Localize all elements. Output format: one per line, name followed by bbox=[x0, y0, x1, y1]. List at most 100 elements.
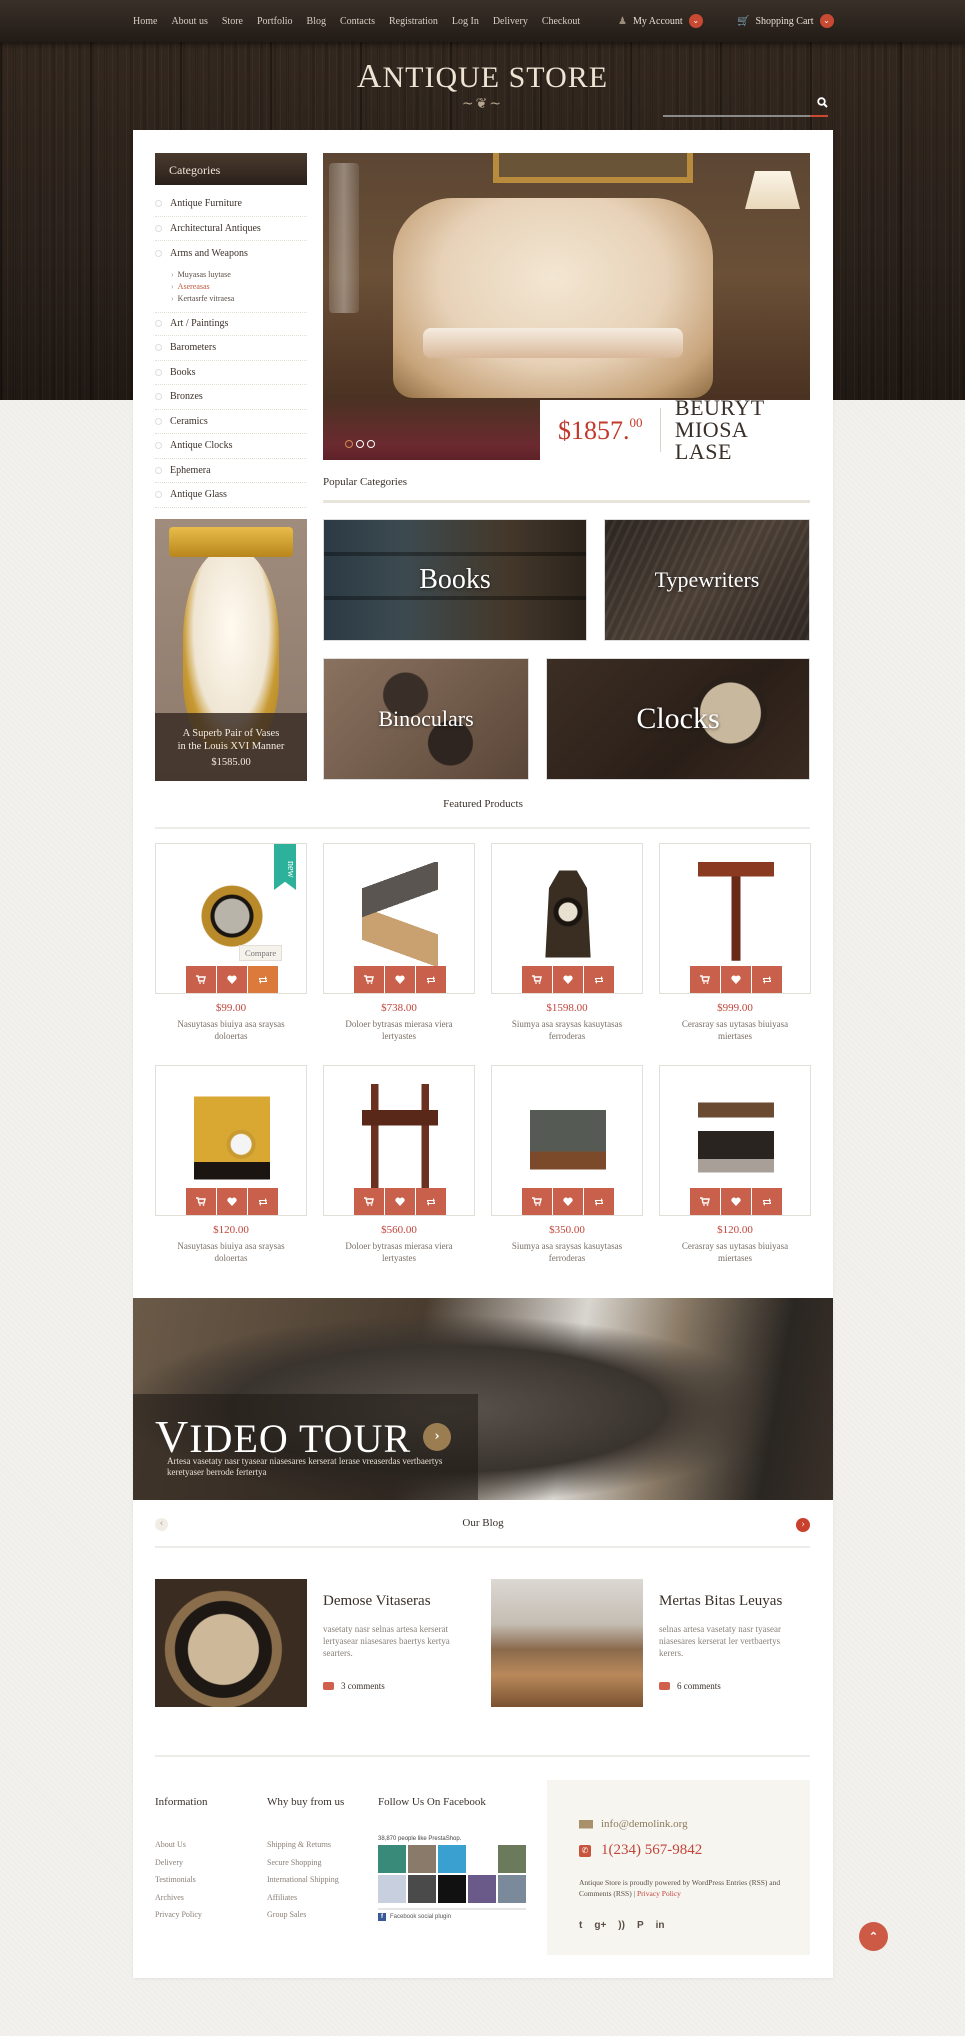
product-name[interactable]: Nasuytasas biuiya asa sraysas doloertas bbox=[155, 1240, 307, 1264]
product-image-box[interactable] bbox=[323, 843, 475, 994]
product-image-box[interactable] bbox=[323, 1065, 475, 1216]
facebook-fan-avatar[interactable] bbox=[408, 1875, 436, 1903]
add-to-wishlist-button[interactable] bbox=[385, 1188, 415, 1215]
blog-post-image[interactable] bbox=[155, 1579, 307, 1707]
add-to-cart-button[interactable] bbox=[186, 966, 216, 993]
pinterest-icon[interactable]: P bbox=[637, 1920, 644, 1931]
compare-button[interactable] bbox=[248, 1188, 278, 1215]
product-image-box[interactable]: new Compare bbox=[155, 843, 307, 994]
product-image-gilt-clock[interactable] bbox=[194, 1084, 270, 1188]
slider-dot[interactable] bbox=[356, 440, 364, 448]
product-name[interactable]: Cerasray sas uytasas biuiyasa miertases bbox=[659, 1240, 811, 1264]
compare-button[interactable] bbox=[584, 1188, 614, 1215]
add-to-cart-button[interactable] bbox=[690, 1188, 720, 1215]
linkedin-icon[interactable]: in bbox=[656, 1920, 665, 1931]
product-name[interactable]: Nasuytasas biuiya asa sraysas doloertas bbox=[155, 1018, 307, 1042]
search-icon[interactable] bbox=[817, 97, 828, 111]
compare-button[interactable] bbox=[584, 966, 614, 993]
product-image-box[interactable] bbox=[659, 843, 811, 994]
slider-dot[interactable] bbox=[345, 440, 353, 448]
product-name[interactable]: Siumya asa sraysas kasuytasas ferroderas bbox=[491, 1018, 643, 1042]
category-item[interactable]: Antique Clocks bbox=[155, 434, 307, 459]
product-image-box[interactable] bbox=[491, 843, 643, 994]
category-tile-typewriters[interactable]: Typewriters bbox=[604, 519, 810, 641]
category-item[interactable]: Arms and Weapons bbox=[155, 241, 307, 266]
compare-button[interactable] bbox=[416, 966, 446, 993]
add-to-wishlist-button[interactable] bbox=[217, 1188, 247, 1215]
product-name[interactable]: Cerasray sas uytasas biuiyasa miertases bbox=[659, 1018, 811, 1042]
add-to-cart-button[interactable] bbox=[354, 1188, 384, 1215]
video-tour-banner[interactable]: VIDEO TOUR › Artesa vasetaty nasr tyasea… bbox=[133, 1298, 833, 1500]
nav-blog[interactable]: Blog bbox=[307, 16, 326, 27]
add-to-wishlist-button[interactable] bbox=[721, 1188, 751, 1215]
blog-next-button[interactable]: › bbox=[796, 1518, 810, 1532]
product-image-revolver[interactable] bbox=[362, 862, 438, 966]
category-item[interactable]: Barometers bbox=[155, 336, 307, 361]
search-input[interactable] bbox=[663, 97, 828, 117]
facebook-fan-avatar[interactable] bbox=[378, 1845, 406, 1873]
product-image-mantel-clock[interactable] bbox=[545, 862, 591, 961]
site-logo[interactable]: ANTIQUE STORE bbox=[0, 58, 965, 96]
compare-button[interactable] bbox=[248, 966, 278, 993]
facebook-fan-avatar[interactable] bbox=[438, 1845, 466, 1873]
product-image-box[interactable] bbox=[659, 1065, 811, 1216]
my-account-menu[interactable]: ♟ My Account ⌄ bbox=[618, 0, 703, 42]
privacy-policy-link[interactable]: Privacy Policy bbox=[637, 1889, 681, 1898]
footer-link[interactable]: Shipping & Returns bbox=[267, 1836, 344, 1854]
facebook-fan-avatar[interactable] bbox=[408, 1845, 436, 1873]
nav-contacts[interactable]: Contacts bbox=[340, 16, 375, 27]
product-name[interactable]: Doloer bytrasas mierasa viera lertyastes bbox=[323, 1240, 475, 1264]
product-name[interactable]: Siumya asa sraysas kasuytasas ferroderas bbox=[491, 1240, 643, 1264]
add-to-wishlist-button[interactable] bbox=[217, 966, 247, 993]
slider-dot[interactable] bbox=[367, 440, 375, 448]
facebook-fan-avatar[interactable] bbox=[468, 1875, 496, 1903]
category-item[interactable]: Antique Glass bbox=[155, 483, 307, 508]
facebook-fan-avatar[interactable] bbox=[498, 1875, 526, 1903]
compare-button[interactable] bbox=[752, 1188, 782, 1215]
blog-post-comments[interactable]: 3 comments bbox=[323, 1681, 385, 1691]
play-button[interactable]: › bbox=[423, 1423, 451, 1451]
add-to-cart-button[interactable] bbox=[522, 966, 552, 993]
add-to-wishlist-button[interactable] bbox=[553, 1188, 583, 1215]
subcategory-item[interactable]: › Kertasrfe vitraesa bbox=[171, 294, 307, 306]
product-image-box[interactable] bbox=[491, 1065, 643, 1216]
nav-checkout[interactable]: Checkout bbox=[542, 16, 580, 27]
blog-post-image[interactable] bbox=[491, 1579, 643, 1707]
subcategory-item[interactable]: › Muyasas luytase bbox=[171, 270, 307, 282]
product-image-tilt-table[interactable] bbox=[698, 862, 774, 961]
category-tile-binoculars[interactable]: Binoculars bbox=[323, 658, 529, 780]
category-tile-books[interactable]: Books bbox=[323, 519, 587, 641]
subcategory-item-active[interactable]: › Asereasas bbox=[171, 282, 307, 294]
product-image-typewriter[interactable] bbox=[530, 1084, 606, 1188]
add-to-wishlist-button[interactable] bbox=[385, 966, 415, 993]
rss-icon[interactable]: )) bbox=[618, 1920, 625, 1931]
compare-button[interactable] bbox=[752, 966, 782, 993]
chevron-down-icon[interactable]: ⌄ bbox=[819, 14, 834, 28]
back-to-top-button[interactable]: ⌃ bbox=[859, 1922, 888, 1951]
footer-link[interactable]: Group Sales bbox=[267, 1906, 344, 1924]
nav-delivery[interactable]: Delivery bbox=[493, 16, 528, 27]
category-tile-clocks[interactable]: Clocks bbox=[546, 658, 810, 780]
contact-email[interactable]: info@demolink.org bbox=[579, 1818, 688, 1830]
category-item[interactable]: Art / Paintings bbox=[155, 311, 307, 336]
facebook-fan-avatar[interactable] bbox=[378, 1875, 406, 1903]
nav-about-us[interactable]: About us bbox=[171, 16, 207, 27]
nav-log-in[interactable]: Log In bbox=[452, 16, 479, 27]
add-to-wishlist-button[interactable] bbox=[721, 966, 751, 993]
category-item[interactable]: Ephemera bbox=[155, 459, 307, 483]
add-to-cart-button[interactable] bbox=[186, 1188, 216, 1215]
add-to-wishlist-button[interactable] bbox=[553, 966, 583, 993]
product-image-table[interactable] bbox=[362, 1084, 438, 1188]
product-image-box[interactable] bbox=[155, 1065, 307, 1216]
add-to-cart-button[interactable] bbox=[522, 1188, 552, 1215]
shopping-cart-menu[interactable]: 🛒 Shopping Cart ⌄ bbox=[737, 0, 834, 42]
hero-slider[interactable]: $1857.00 BEURYT MIOSA LASE bbox=[323, 153, 810, 460]
category-item[interactable]: Bronzes bbox=[155, 385, 307, 410]
google-plus-icon[interactable]: g+ bbox=[594, 1920, 606, 1931]
product-image-iron[interactable] bbox=[698, 1084, 774, 1188]
nav-registration[interactable]: Registration bbox=[389, 16, 438, 27]
footer-link[interactable]: Archives bbox=[155, 1889, 208, 1907]
footer-link[interactable]: Testimonials bbox=[155, 1871, 208, 1889]
promo-banner[interactable]: A Superb Pair of Vases in the Louis XVI … bbox=[155, 519, 307, 781]
facebook-fan-avatar[interactable] bbox=[468, 1845, 496, 1873]
